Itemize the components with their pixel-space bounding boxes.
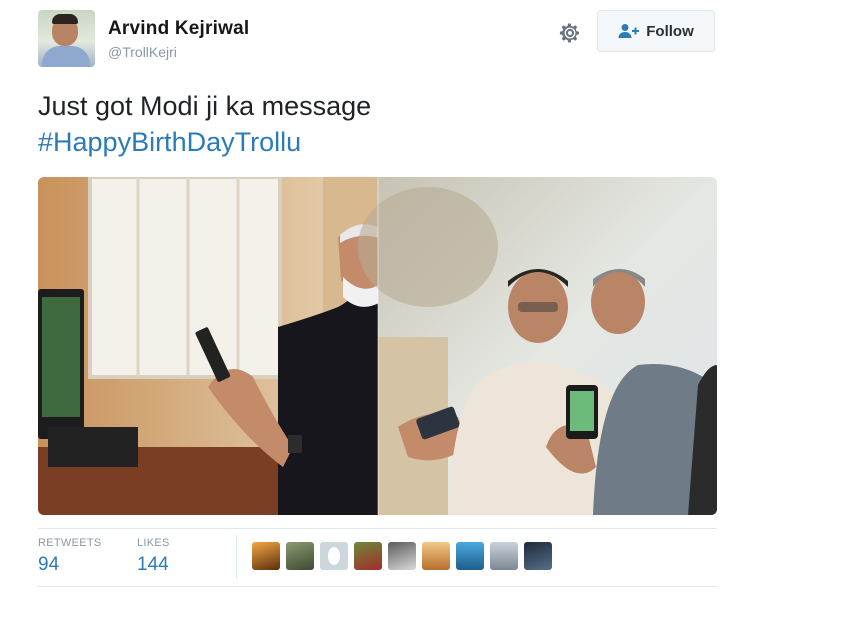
tweet-text: Just got Modi ji ka message #HappyBirthD… [38,88,371,160]
gear-icon[interactable] [557,20,583,46]
follow-button[interactable]: Follow [597,10,715,52]
liker-avatar[interactable] [456,542,484,570]
tweet-text-line: Just got Modi ji ka message [38,91,372,121]
tweet-stats: RETWEETS 94 LIKES 144 [38,528,717,587]
liker-avatar[interactable] [320,542,348,570]
follow-label: Follow [646,22,694,40]
likes-stat[interactable]: LIKES 144 [137,537,170,576]
likes-label: LIKES [137,537,170,549]
likes-count: 144 [137,554,169,575]
add-user-icon [618,24,640,38]
stats-divider [236,535,237,579]
retweets-label: RETWEETS [38,537,102,549]
likers-list [252,542,552,570]
liker-avatar[interactable] [388,542,416,570]
liker-avatar[interactable] [524,542,552,570]
photo-right [358,177,717,515]
liker-avatar[interactable] [252,542,280,570]
retweets-count: 94 [38,554,60,575]
retweets-stat[interactable]: RETWEETS 94 [38,537,102,576]
tweet-media[interactable] [38,177,717,515]
author-avatar[interactable] [38,10,95,67]
hashtag-link[interactable]: #HappyBirthDayTrollu [38,124,371,160]
tweet-header: Arvind Kejriwal @TrollKejri Follow [38,10,718,70]
liker-avatar[interactable] [422,542,450,570]
liker-avatar[interactable] [490,542,518,570]
author-name[interactable]: Arvind Kejriwal [108,18,249,40]
liker-avatar[interactable] [354,542,382,570]
photo-left [38,177,408,515]
author-handle[interactable]: @TrollKejri [108,44,177,60]
liker-avatar[interactable] [286,542,314,570]
